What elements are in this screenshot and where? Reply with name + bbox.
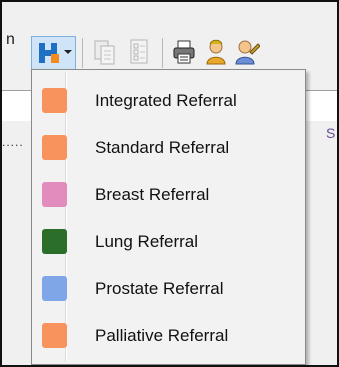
application-window: n ..... S Integrated Referral Standard R… — [0, 0, 339, 367]
toolbar: n — [2, 2, 337, 70]
printer-icon[interactable] — [171, 38, 197, 66]
menu-item-standard-referral[interactable]: Standard Referral — [34, 125, 303, 171]
partial-glyph: S — [326, 125, 336, 141]
toolbar-separator — [162, 38, 163, 68]
color-swatch-icon — [42, 323, 67, 348]
menu-item-label: Palliative Referral — [95, 326, 229, 345]
menu-item-label: Lung Referral — [95, 232, 199, 251]
color-swatch-icon — [42, 182, 67, 207]
color-swatch-icon — [42, 88, 67, 113]
menu-item-label: Prostate Referral — [95, 279, 224, 298]
h-referral-icon — [39, 43, 59, 63]
color-swatch-icon — [42, 229, 67, 254]
color-swatch-icon — [42, 276, 67, 301]
menu-item-label: Breast Referral — [95, 185, 210, 204]
copy-pages-icon[interactable] — [92, 38, 118, 66]
toolbar-partial-label: n — [6, 31, 15, 48]
menu-item-label: Integrated Referral — [95, 91, 237, 110]
checklist-icon[interactable] — [126, 38, 152, 66]
menu-item-integrated-referral[interactable]: Integrated Referral — [34, 78, 303, 124]
menu-item-palliative-referral[interactable]: Palliative Referral — [34, 313, 303, 359]
truncated-text: ..... — [2, 135, 24, 149]
chevron-down-icon — [64, 50, 72, 54]
user-edit-icon[interactable] — [234, 38, 260, 66]
referral-dropdown-button[interactable] — [31, 36, 76, 70]
referral-dropdown-menu: Integrated Referral Standard Referral Br… — [31, 69, 306, 365]
menu-item-lung-referral[interactable]: Lung Referral — [34, 219, 303, 265]
toolbar-separator — [82, 38, 83, 68]
user-group-icon[interactable] — [203, 38, 229, 66]
menu-item-prostate-referral[interactable]: Prostate Referral — [34, 266, 303, 312]
menu-item-label: Standard Referral — [95, 138, 230, 157]
color-swatch-icon — [42, 135, 67, 160]
menu-item-breast-referral[interactable]: Breast Referral — [34, 172, 303, 218]
